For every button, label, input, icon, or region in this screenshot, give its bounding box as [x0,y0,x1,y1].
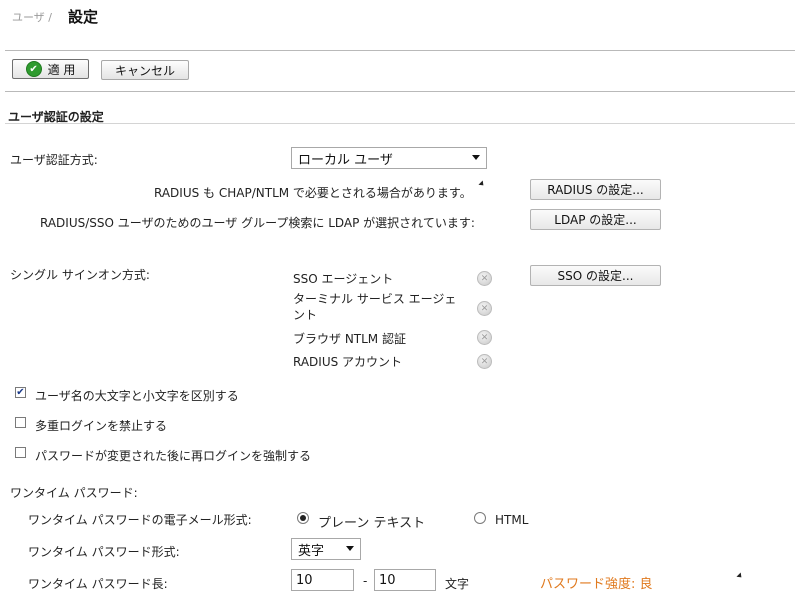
status-disabled-icon: ✕ [477,354,492,369]
status-disabled-icon: ✕ [477,330,492,345]
chevron-down-icon [472,155,480,160]
cancel-button[interactable]: キャンセル [101,60,189,80]
otp-format-select[interactable]: 英字 [291,538,361,560]
prevent-multiple-login-label: 多重ログインを禁止する [35,419,168,433]
force-relogin-label: パスワードが変更された後に再ログインを強制する [35,449,312,463]
auth-method-label: ユーザ認証方式: [10,153,98,167]
ldap-settings-button[interactable]: LDAP の設定... [530,209,661,230]
radius-settings-button[interactable]: RADIUS の設定... [530,179,661,200]
otp-label: ワンタイム パスワード: [10,486,138,500]
sso-item-ntlm-label: ブラウザ NTLM 認証 [293,332,406,346]
check-icon: ✔ [25,61,42,77]
chevron-down-icon [346,546,354,551]
otp-format-label: ワンタイム パスワード形式: [28,545,180,559]
password-strength: パスワード強度: 良 [540,577,653,592]
radio-selected-dot [300,515,306,521]
radio-plain-text[interactable] [297,512,309,524]
radio-html[interactable] [474,512,486,524]
section-divider [5,123,795,124]
page-title: 設定 [68,8,99,26]
prevent-multiple-login-checkbox[interactable] [15,417,26,428]
otp-length-unit: 文字 [445,577,470,591]
ldap-note: RADIUS/SSO ユーザのためのユーザ グループ検索に LDAP が選択され… [40,216,475,230]
radius-note: RADIUS も CHAP/NTLM で必要とされる場合があります。 [154,186,472,200]
toolbar: ✔ 適 用 キャンセル [5,50,795,92]
sso-settings-button[interactable]: SSO の設定... [530,265,661,286]
otp-format-value: 英字 [298,543,325,559]
case-sensitive-label: ユーザ名の大文字と小文字を区別する [35,389,239,403]
sso-item-terminal-label: ターミナル サービス エージェ ント [293,292,457,322]
sso-item-agent-label: SSO エージェント [293,272,394,286]
radio-html-label: HTML [495,513,529,527]
otp-length-max-input[interactable]: 10 [374,569,436,591]
otp-length-min-input[interactable]: 10 [291,569,354,591]
otp-email-format-label: ワンタイム パスワードの電子メール形式: [28,513,252,527]
apply-button-label: 適 用 [47,62,76,77]
status-disabled-icon: ✕ [477,301,492,316]
status-disabled-icon: ✕ [477,271,492,286]
corner-marker-icon [478,180,486,188]
otp-length-label: ワンタイム パスワード長: [28,577,168,591]
sso-item-radius-account-label: RADIUS アカウント [293,355,403,369]
breadcrumb-parent[interactable]: ユーザ / [12,9,52,25]
apply-button[interactable]: ✔ 適 用 [12,59,89,79]
radio-plain-text-label: プレーン テキスト [318,516,426,531]
corner-marker-icon [736,572,744,580]
case-sensitive-checkbox[interactable]: ✔ [15,387,26,398]
sso-method-label: シングル サインオン方式: [10,268,150,282]
auth-method-value: ローカル ユーザ [298,152,393,168]
auth-method-select[interactable]: ローカル ユーザ [291,147,487,169]
otp-length-separator: - [363,574,368,588]
force-relogin-checkbox[interactable] [15,447,26,458]
